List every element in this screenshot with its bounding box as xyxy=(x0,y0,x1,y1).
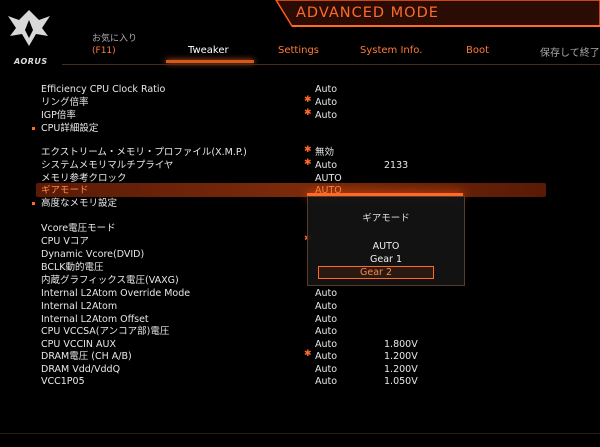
setting-value: 無効 xyxy=(315,147,335,158)
setting-label: リング倍率 xyxy=(41,97,89,108)
setting-label: システムメモリマルチプライヤ xyxy=(41,160,174,171)
tab-settings[interactable]: Settings xyxy=(278,45,319,56)
setting-row-l2atom-override[interactable]: Internal L2Atom Override Mode Auto xyxy=(0,287,600,300)
submenu-bullet-icon xyxy=(32,202,35,205)
setting-row-vcc1p05[interactable]: VCC1P05 Auto 1.050V xyxy=(0,375,600,388)
setting-row-dynamic-vcore[interactable]: Dynamic Vcore(DVID) xyxy=(0,248,600,261)
option-gear-1[interactable]: Gear 1 xyxy=(308,254,464,265)
save-exit-button[interactable]: 保存して終了 xyxy=(540,44,600,59)
setting-value: Auto xyxy=(315,97,338,108)
setting-row-cpu-vcore[interactable]: CPU Vコア ✱ xyxy=(0,234,600,248)
changed-star-icon: ✱ xyxy=(304,108,312,118)
favorites-key: (F11) xyxy=(92,46,116,56)
setting-value: Auto xyxy=(315,160,338,171)
page-title: ADVANCED MODE xyxy=(296,5,439,21)
setting-label: CPU Vコア xyxy=(41,236,89,247)
setting-row-efficiency-cpu-clock-ratio[interactable]: Efficiency CPU Clock Ratio Auto xyxy=(0,83,600,96)
setting-value: Auto xyxy=(315,326,338,337)
submenu-advanced-memory[interactable]: 高度なメモリ設定 xyxy=(0,197,600,210)
setting-row-vccsa[interactable]: CPU VCCSA(アンコア部)電圧 Auto xyxy=(0,325,600,338)
header-divider xyxy=(62,64,600,65)
tab-system-info[interactable]: System Info. xyxy=(360,45,422,56)
setting-current-value: 1.050V xyxy=(384,376,418,387)
setting-label: Vcore電圧モード xyxy=(41,223,116,234)
header: AORUS ADVANCED MODE お気に入り (F11) Tweaker … xyxy=(0,0,600,72)
setting-row-bclk-voltage[interactable]: BCLK動的電圧 xyxy=(0,261,600,274)
setting-row-memory-multiplier[interactable]: システムメモリマルチプライヤ ✱ Auto 2133 xyxy=(0,158,600,172)
setting-label: Dynamic Vcore(DVID) xyxy=(41,249,145,260)
setting-label: Internal L2Atom xyxy=(41,301,118,312)
setting-label: IGP倍率 xyxy=(41,110,76,121)
setting-current-value: 2133 xyxy=(384,160,409,171)
setting-row-ring-ratio[interactable]: リング倍率 ✱ Auto xyxy=(0,95,600,109)
option-gear-2[interactable]: Gear 2 xyxy=(318,266,434,279)
brand-logo-text: AORUS xyxy=(14,57,48,66)
setting-row-xmp[interactable]: エクストリーム・メモリ・プロファイル(X.M.P.) ✱ 無効 xyxy=(0,145,600,159)
submenu-bullet-icon xyxy=(32,127,35,130)
gear-mode-popup: ギアモード AUTO Gear 1 Gear 2 xyxy=(307,196,465,286)
setting-label: 高度なメモリ設定 xyxy=(41,198,118,209)
changed-star-icon: ✱ xyxy=(304,145,312,155)
setting-label: Internal L2Atom Override Mode xyxy=(41,288,191,299)
setting-label: ギアモード xyxy=(41,185,89,196)
setting-value: Auto xyxy=(315,301,338,312)
option-auto[interactable]: AUTO xyxy=(308,241,464,252)
setting-label: Efficiency CPU Clock Ratio xyxy=(41,84,166,95)
popup-title: ギアモード xyxy=(362,213,410,224)
setting-row-igp-ratio[interactable]: IGP倍率 ✱ Auto xyxy=(0,108,600,122)
favorites-button[interactable]: お気に入り (F11) xyxy=(92,33,137,57)
setting-label: DRAM電圧 (CH A/B) xyxy=(41,351,132,362)
tab-tweaker[interactable]: Tweaker xyxy=(188,45,229,56)
setting-label: 内蔵グラフィックス電圧(VAXG) xyxy=(41,275,179,286)
setting-value: Auto xyxy=(315,110,338,121)
setting-row-vaxg[interactable]: 内蔵グラフィックス電圧(VAXG) xyxy=(0,274,600,287)
setting-label: CPU VCCSA(アンコア部)電圧 xyxy=(41,326,170,337)
setting-label: VCC1P05 xyxy=(41,376,85,387)
setting-label: エクストリーム・メモリ・プロファイル(X.M.P.) xyxy=(41,147,247,158)
setting-current-value: 1.200V xyxy=(384,351,418,362)
setting-row-dram-voltage[interactable]: DRAM電圧 (CH A/B) ✱ Auto 1.200V xyxy=(0,349,600,363)
setting-label: BCLK動的電圧 xyxy=(41,262,104,273)
setting-label: CPU詳細設定 xyxy=(41,123,99,134)
changed-star-icon: ✱ xyxy=(304,95,312,105)
setting-value: Auto xyxy=(315,351,338,362)
setting-row-vcore-mode[interactable]: Vcore電圧モード xyxy=(0,222,600,235)
favorites-label: お気に入り xyxy=(92,34,138,44)
active-tab-indicator xyxy=(166,60,254,63)
footer-divider xyxy=(0,433,600,434)
setting-row-l2atom[interactable]: Internal L2Atom Auto xyxy=(0,300,600,313)
changed-star-icon: ✱ xyxy=(304,349,312,359)
tab-boot[interactable]: Boot xyxy=(466,45,489,56)
changed-star-icon: ✱ xyxy=(304,158,312,168)
submenu-cpu-advanced[interactable]: CPU詳細設定 xyxy=(0,122,600,135)
setting-row-gear-mode[interactable]: ギアモード AUTO xyxy=(0,184,600,197)
setting-value: Auto xyxy=(315,288,338,299)
setting-value: Auto xyxy=(315,376,338,387)
setting-value: Auto xyxy=(315,84,338,95)
